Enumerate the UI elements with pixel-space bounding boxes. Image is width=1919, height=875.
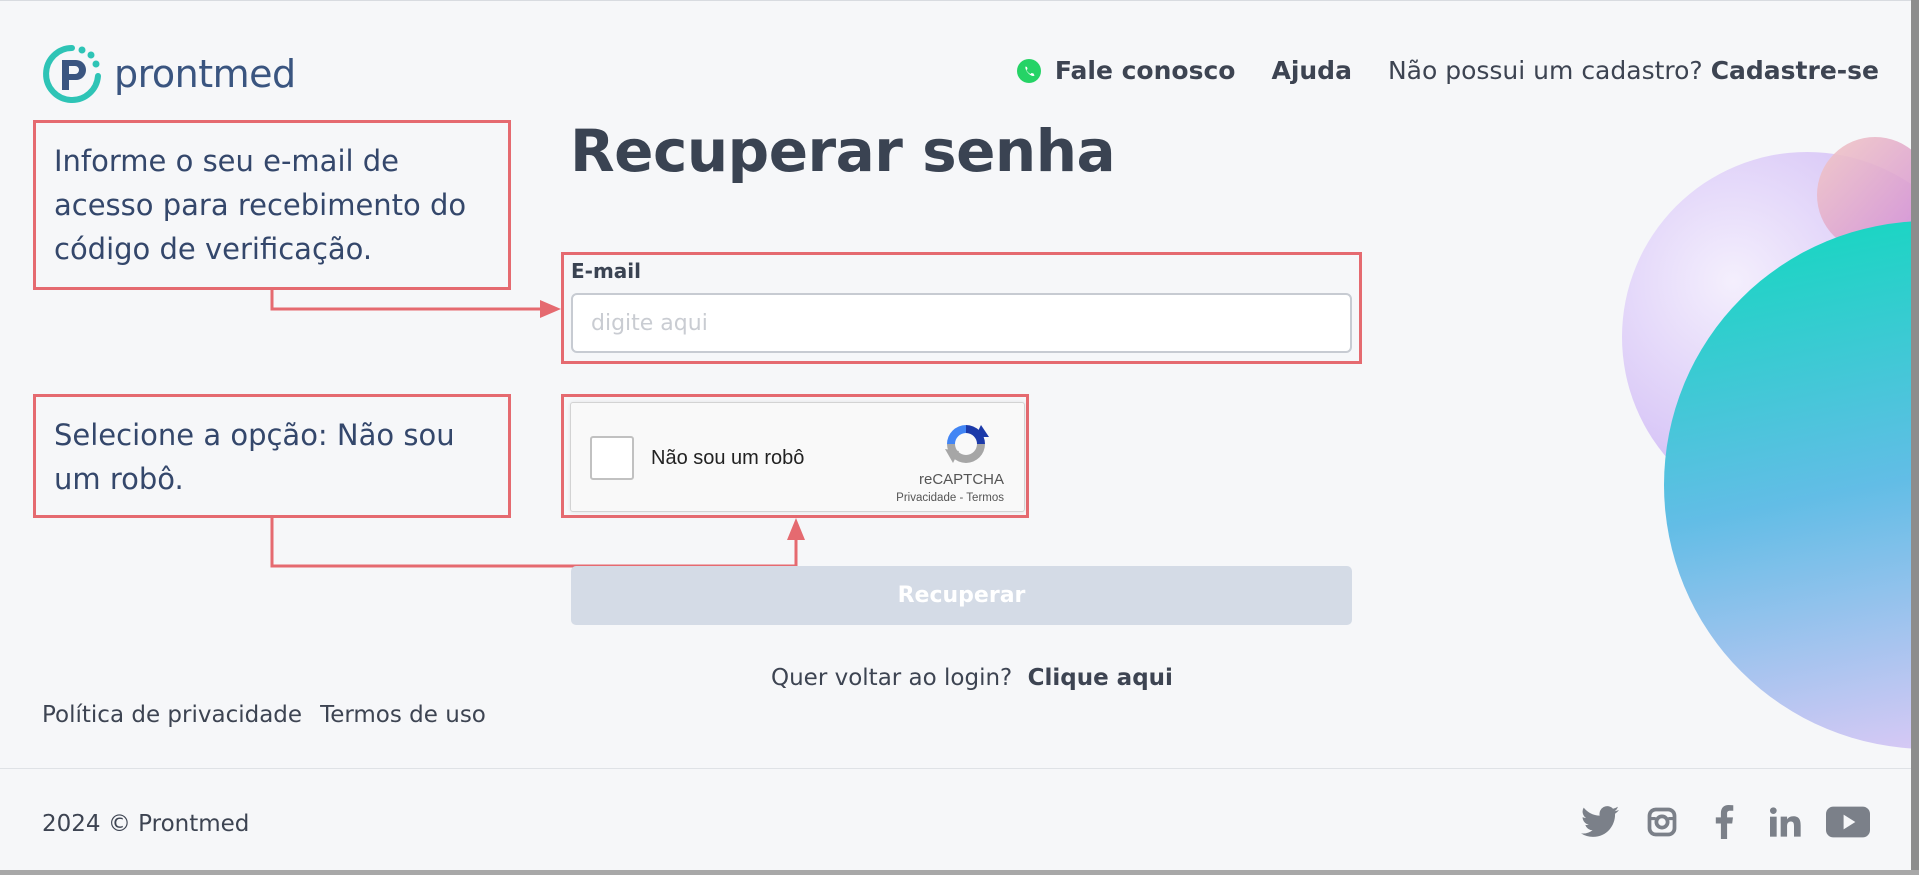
recover-button[interactable]: Recuperar [571,566,1352,625]
captcha-callout-arrow [270,518,798,568]
email-instruction-callout: Informe o seu e-mail de acesso para rece… [33,120,511,290]
email-callout-arrow [270,290,540,311]
legal-links: Política de privacidade Termos de uso [42,702,486,728]
recaptcha-links: Privacidade - Termos [896,492,1004,504]
recaptcha-privacy-link[interactable]: Privacidade [896,492,956,504]
email-label: E-mail [571,259,642,283]
captcha-label: Não sou um robô [651,447,805,469]
back-link[interactable]: Clique aqui [1028,665,1173,691]
email-input[interactable] [571,293,1352,353]
footer-divider [0,768,1911,769]
privacy-policy-link[interactable]: Política de privacidade [42,702,302,728]
instagram-icon[interactable] [1640,803,1684,841]
youtube-icon[interactable] [1826,803,1870,841]
recaptcha-icon [945,425,989,463]
recaptcha-terms-link[interactable]: Termos [966,492,1004,504]
contact-label: Fale conosco [1054,56,1236,85]
recaptcha-widget: Não sou um robô reCAPTCHA Privacidade - … [570,402,1025,512]
signup-question: Não possui um cadastro? [1387,56,1703,85]
window-top-border [0,0,1919,1]
vertical-scrollbar[interactable] [1911,0,1919,870]
contact-link[interactable]: Fale conosco [1015,56,1236,85]
prontmed-logo-icon [43,45,101,103]
brand-logo[interactable]: prontmed [40,42,296,106]
twitter-icon[interactable] [1578,803,1622,841]
back-to-login: Quer voltar ao login? Clique aqui [771,665,1173,691]
copyright-text: 2024 © Prontmed [42,811,250,837]
signup-link[interactable]: Cadastre-se [1711,56,1879,85]
social-links [1578,803,1888,841]
captcha-checkbox[interactable] [590,436,634,480]
linkedin-icon[interactable] [1764,803,1808,841]
window-bottom-border [0,870,1919,875]
top-nav: Fale conosco Ajuda Não possui um cadastr… [1015,56,1879,85]
captcha-instruction-callout: Selecione a opção: Não sou um robô. [33,394,511,518]
brand-name: prontmed [114,52,296,96]
decorative-bubbles [1622,137,1911,749]
recaptcha-brand: reCAPTCHA [918,471,1004,488]
facebook-icon[interactable] [1702,803,1746,841]
email-arrow-head [540,300,561,318]
page-title: Recuperar senha [570,117,1116,185]
captcha-arrow-head [787,518,805,540]
recaptcha-separator: - [959,492,964,504]
terms-of-use-link[interactable]: Termos de uso [320,702,486,728]
back-question: Quer voltar ao login? [771,665,1013,691]
whatsapp-icon [1016,58,1041,83]
help-link[interactable]: Ajuda [1271,56,1351,85]
